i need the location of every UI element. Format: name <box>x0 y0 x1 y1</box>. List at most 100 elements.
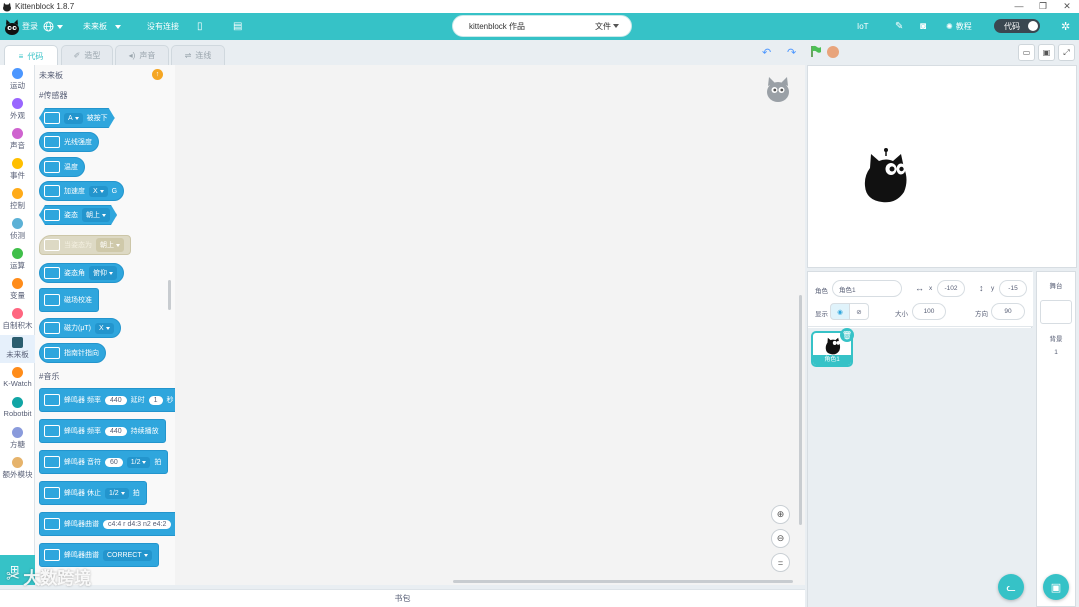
axis-dropdown[interactable]: X <box>94 322 114 334</box>
language-menu[interactable] <box>43 21 63 32</box>
restore-button[interactable]: ❐ <box>1031 0 1055 13</box>
workspace-v-scrollbar[interactable] <box>799 295 802 525</box>
block-buzzer-note[interactable]: 蜂鸣器 音符 60 1/2 拍 <box>39 450 169 474</box>
category-future-board[interactable]: 未来板 <box>0 335 35 363</box>
code-workspace[interactable] <box>175 65 805 585</box>
project-title-box[interactable]: kittenblock 作品 文件 <box>452 15 632 37</box>
category-sugar[interactable]: 方糖 <box>0 427 35 450</box>
delay-input[interactable]: 1 <box>148 395 163 405</box>
iot-button[interactable]: IoT <box>857 22 869 31</box>
block-magnetic[interactable]: 磁力(μT) X <box>39 318 121 338</box>
file-menu[interactable]: 文件 <box>595 21 619 32</box>
add-sprite-button[interactable]: ᓚ <box>998 574 1024 600</box>
posture-dropdown[interactable]: 朝上 <box>82 208 110 222</box>
category-my-blocks[interactable]: 自制积木 <box>0 308 35 331</box>
block-text: 指南针指向 <box>64 350 99 357</box>
category-operators[interactable]: 运算 <box>0 248 35 271</box>
block-buzzer-melody[interactable]: 蜂鸣器曲谱 c4:4 r d4:3 n2 e4:2 <box>39 512 175 536</box>
block-buzzer-freq-hold[interactable]: 蜂鸣器 频率 440 持续播放 <box>39 419 166 443</box>
y-input[interactable]: -15 <box>999 280 1027 297</box>
category-motion[interactable]: 运动 <box>0 68 35 91</box>
block-mag-calibrate[interactable]: 磁场校准 <box>39 288 99 312</box>
close-button[interactable]: ✕ <box>1055 0 1079 13</box>
block-text: 被按下 <box>86 115 108 122</box>
freq-input[interactable]: 440 <box>104 395 127 405</box>
note-input[interactable]: 60 <box>104 457 123 467</box>
category-kwatch[interactable]: K-Watch <box>0 367 35 388</box>
axis-dropdown[interactable]: X <box>89 185 108 197</box>
category-sound[interactable]: 声音 <box>0 128 35 151</box>
kitten-sprite-icon[interactable] <box>862 146 910 204</box>
category-events[interactable]: 事件 <box>0 158 35 181</box>
category-variables[interactable]: 变量 <box>0 278 35 301</box>
code-mode-toggle[interactable]: 代码 <box>994 19 1040 33</box>
device-icon[interactable]: ▯ <box>197 21 203 32</box>
zoom-out-button[interactable]: ⊖ <box>771 529 790 548</box>
button-dropdown[interactable]: A <box>64 113 83 124</box>
tab-code[interactable]: ≡ 代码 <box>4 45 58 66</box>
block-temperature[interactable]: 温度 <box>39 157 85 177</box>
backpack-bar[interactable]: 书包 <box>0 589 805 607</box>
category-looks[interactable]: 外观 <box>0 98 35 121</box>
block-buzzer-rest[interactable]: 蜂鸣器 休止 1/2 拍 <box>39 481 147 505</box>
add-backdrop-button[interactable]: ▣ <box>1043 574 1069 600</box>
sprite-name-input[interactable]: 角色1 <box>832 280 902 297</box>
camera-icon[interactable]: ◙ <box>920 21 926 32</box>
delete-sprite-button[interactable]: 🗑 <box>840 328 854 342</box>
section-music: #音乐 <box>39 372 60 381</box>
block-posture[interactable]: 姿态 朝上 <box>39 205 117 225</box>
category-control[interactable]: 控制 <box>0 188 35 211</box>
tune-dropdown[interactable]: CORRECT <box>103 549 152 561</box>
board-menu[interactable]: 未来板 <box>83 21 121 32</box>
block-buzzer-freq-delay[interactable]: 蜂鸣器 频率 440 延时 1 秒 <box>39 388 175 412</box>
block-when-posture[interactable]: 当姿态为 朝上 <box>39 235 131 255</box>
tab-costumes[interactable]: ✐ 造型 <box>61 45 113 65</box>
stage-target-panel[interactable]: 舞台 背景 1 <box>1036 271 1076 607</box>
redo-icon[interactable]: ↷ <box>787 46 796 59</box>
small-stage-icon[interactable]: ▭ <box>1018 44 1035 61</box>
size-input[interactable]: 100 <box>912 303 946 320</box>
workspace-h-scrollbar[interactable] <box>453 580 793 583</box>
pencil-icon[interactable]: ✎ <box>895 21 903 32</box>
stop-icon[interactable] <box>827 46 839 58</box>
tab-code-label: 代码 <box>27 51 44 61</box>
category-label: 事件 <box>10 171 25 180</box>
x-input[interactable]: -102 <box>937 280 965 297</box>
angle-dropdown[interactable]: 俯仰 <box>89 266 117 280</box>
show-visible-button[interactable]: ◉ <box>830 303 850 320</box>
zoom-in-button[interactable]: ⊕ <box>771 505 790 524</box>
large-stage-icon[interactable]: ▣ <box>1038 44 1055 61</box>
block-posture-angle[interactable]: 姿态角 俯仰 <box>39 263 124 283</box>
stage-canvas[interactable] <box>807 65 1077 268</box>
tab-wiring[interactable]: ⇌ 连线 <box>171 45 225 65</box>
posture-dropdown[interactable]: 朝上 <box>96 238 124 252</box>
block-button-pressed[interactable]: A 被按下 <box>39 108 115 128</box>
board-icon <box>44 161 60 173</box>
upload-icon[interactable]: ↑ <box>152 69 163 80</box>
fullscreen-icon[interactable]: ⤢ <box>1058 44 1075 61</box>
zoom-reset-button[interactable]: = <box>771 553 790 572</box>
tab-sounds[interactable]: ◂) 声音 <box>115 45 169 65</box>
tutorial-button[interactable]: ✺ 教程 <box>946 21 972 32</box>
block-light-level[interactable]: 光线强度 <box>39 132 99 152</box>
project-name-input[interactable]: kittenblock 作品 <box>469 21 595 32</box>
direction-input[interactable]: 90 <box>991 303 1025 320</box>
category-extra-modules[interactable]: 额外模块 <box>0 457 35 480</box>
palette-scrollbar[interactable] <box>168 280 171 310</box>
freq-input[interactable]: 440 <box>104 426 127 436</box>
beat-dropdown[interactable]: 1/2 <box>104 487 129 499</box>
beat-dropdown[interactable]: 1/2 <box>126 456 151 468</box>
minimize-button[interactable]: — <box>1007 0 1031 13</box>
category-robotbit[interactable]: Robotbit <box>0 397 35 418</box>
category-sensing[interactable]: 侦测 <box>0 218 35 241</box>
melody-input[interactable]: c4:4 r d4:3 n2 e4:2 <box>103 519 172 529</box>
document-icon[interactable]: ▤ <box>233 21 242 32</box>
show-hidden-button[interactable]: ⊘ <box>849 303 869 320</box>
undo-icon[interactable]: ↶ <box>762 46 771 59</box>
block-acceleration[interactable]: 加速度 X G <box>39 181 125 201</box>
connect-device-button[interactable]: 没有连接 <box>147 21 179 32</box>
login-button[interactable]: 登录 <box>22 21 38 32</box>
settings-gear-icon[interactable]: ✲ <box>1061 20 1070 33</box>
green-flag-icon[interactable] <box>810 45 822 58</box>
block-compass[interactable]: 指南针指向 <box>39 343 106 363</box>
